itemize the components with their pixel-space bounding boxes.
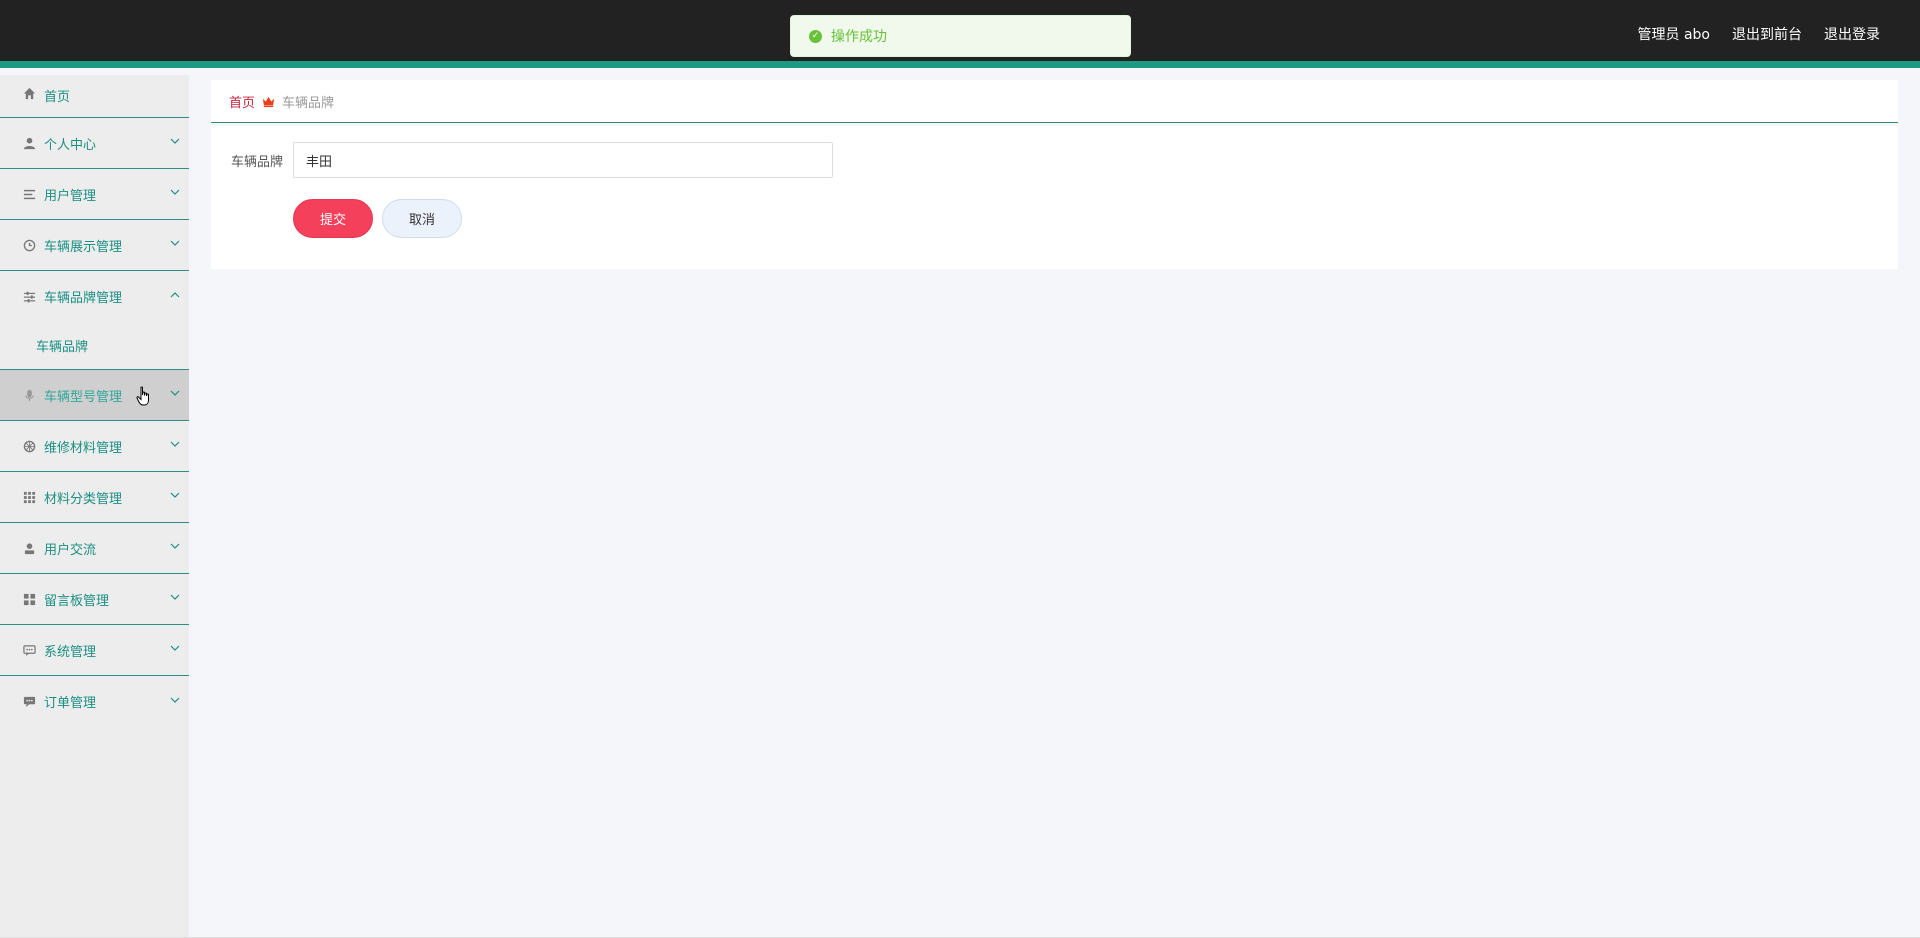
sidebar-item-label: 用户交流: [44, 542, 97, 558]
sidebar-item-label: 首页: [44, 90, 71, 105]
sidebar-item-label: 系统管理: [44, 644, 97, 660]
chevron-down-icon: [170, 240, 180, 246]
header-user-area: 管理员 abo 退出到前台 退出登录: [1638, 24, 1880, 44]
sidebar-item-vehicle-model[interactable]: 车辆型号管理: [0, 370, 189, 421]
breadcrumb-current: 车辆品牌: [282, 95, 335, 111]
sidebar-item-user-exchange[interactable]: 用户交流: [0, 523, 189, 574]
toast-message: 操作成功: [831, 29, 887, 45]
logout-link[interactable]: 退出登录: [1824, 24, 1880, 44]
sidebar-item-home[interactable]: 首页: [0, 75, 189, 118]
sidebar-item-label: 用户管理: [44, 188, 97, 204]
crown-icon: [262, 96, 275, 107]
breadcrumb: 首页 车辆品牌: [211, 80, 1898, 123]
sidebar-item-repair-materials[interactable]: 维修材料管理: [0, 421, 189, 472]
chevron-down-icon: [170, 543, 180, 549]
list-icon: [22, 187, 36, 201]
brand-field-label: 车辆品牌: [231, 154, 284, 170]
sidebar-item-vehicle-display[interactable]: 车辆展示管理: [0, 220, 189, 271]
sidebar-item-label: 订单管理: [44, 696, 97, 711]
admin-user-label: 管理员 abo: [1637, 27, 1710, 43]
chat-icon: [22, 643, 36, 657]
exit-to-front-link[interactable]: 退出到前台: [1732, 24, 1802, 44]
sidebar-item-label: 车辆展示管理: [44, 239, 123, 255]
sidebar-item-system-management[interactable]: 系统管理: [0, 625, 189, 676]
chevron-down-icon: [170, 645, 180, 651]
sidebar: 首页 个人中心 用户管理 车辆展示管理 车辆品牌管理 车辆品牌 车辆型号管理 维…: [0, 75, 189, 938]
sidebar-item-label: 维修材料管理: [44, 440, 123, 456]
form-buttons: 提交 取消: [293, 199, 462, 238]
brand-input[interactable]: [293, 142, 833, 178]
chevron-down-icon: [170, 441, 180, 447]
sidebar-item-order-management[interactable]: 订单管理: [0, 676, 189, 727]
user-icon: [22, 541, 36, 555]
dashboard-icon: [22, 592, 36, 606]
submit-button[interactable]: 提交: [293, 199, 373, 238]
brand-form: 车辆品牌 提交 取消: [211, 126, 1898, 269]
chevron-down-icon: [170, 697, 180, 703]
breadcrumb-home-link[interactable]: 首页: [229, 92, 255, 111]
sidebar-item-label: 个人中心: [44, 137, 97, 153]
cancel-button[interactable]: 取消: [382, 199, 462, 238]
sidebar-subitem-label: 车辆品牌: [36, 340, 89, 355]
sidebar-item-personal-center[interactable]: 个人中心: [0, 118, 189, 169]
chevron-down-icon: [170, 189, 180, 195]
sidebar-item-user-management[interactable]: 用户管理: [0, 169, 189, 220]
sidebar-item-label: 车辆品牌管理: [44, 291, 123, 306]
check-circle-icon: ✓: [809, 29, 822, 43]
success-toast: ✓ 操作成功: [790, 15, 1131, 57]
sidebar-item-vehicle-brand[interactable]: 车辆品牌管理: [0, 271, 189, 322]
grid-icon: [22, 490, 36, 504]
person-icon: [22, 136, 36, 150]
compass-icon: [22, 439, 36, 453]
mic-icon: [22, 388, 36, 402]
chevron-down-icon: [170, 138, 180, 144]
sidebar-item-label: 车辆型号管理: [44, 389, 123, 405]
chevron-down-icon: [170, 390, 180, 396]
message-icon: [22, 695, 36, 709]
sidebar-item-material-category[interactable]: 材料分类管理: [0, 472, 189, 523]
sliders-icon: [22, 290, 36, 304]
chevron-down-icon: [170, 492, 180, 498]
sidebar-subitem-vehicle-brand[interactable]: 车辆品牌: [0, 322, 189, 370]
clock-icon: [22, 238, 36, 252]
brand-form-row: 车辆品牌: [231, 142, 833, 178]
chevron-up-icon: [170, 291, 180, 297]
chevron-down-icon: [170, 594, 180, 600]
sidebar-item-label: 材料分类管理: [44, 491, 123, 507]
sidebar-item-label: 留言板管理: [44, 593, 110, 609]
home-icon: [22, 86, 36, 100]
sidebar-item-message-board[interactable]: 留言板管理: [0, 574, 189, 625]
